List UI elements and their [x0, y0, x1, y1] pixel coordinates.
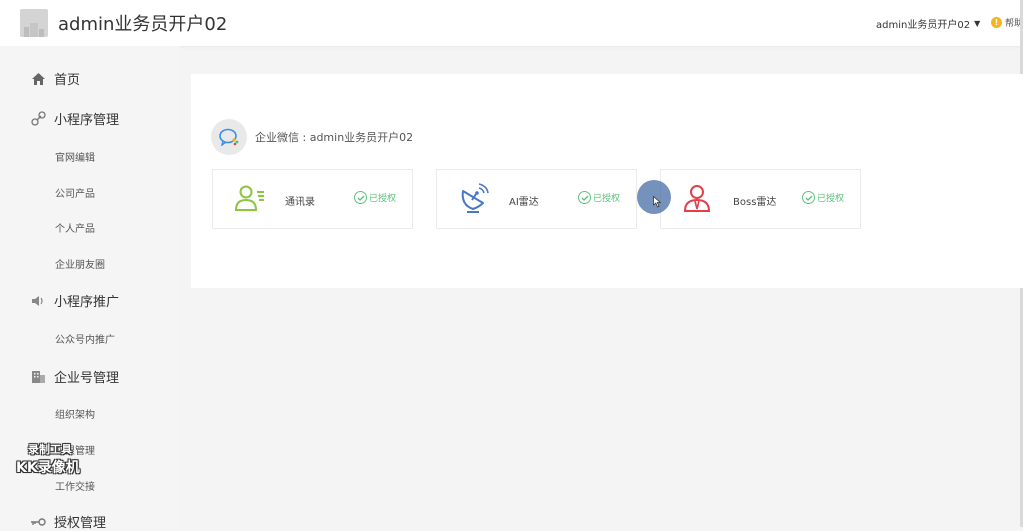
auth-status-badge: 已授权	[578, 191, 620, 204]
help-icon: !	[991, 17, 1002, 28]
check-circle-icon	[802, 191, 815, 204]
link-icon	[30, 111, 46, 127]
auth-status-text: 已授权	[593, 194, 621, 204]
sidebar-item-mini-program-promo[interactable]: 小程序推广	[30, 291, 119, 310]
card-ai-radar[interactable]: AI雷达 已授权	[436, 169, 637, 229]
card-name: 通讯录	[285, 197, 315, 208]
sidebar-item-label: 首页	[54, 73, 81, 88]
sidebar-subitem-official-account-promo[interactable]: 公众号内推广	[55, 331, 115, 346]
page-title: admin业务员开户02	[58, 14, 228, 35]
sidebar-item-label: 授权管理	[54, 516, 107, 531]
user-menu[interactable]: admin业务员开户02 ▼	[876, 16, 980, 31]
sidebar-subitem-website-edit[interactable]: 官网编辑	[55, 149, 95, 164]
top-header: admin业务员开户02 admin业务员开户02 ▼ ! 帮助	[0, 0, 1023, 46]
sidebar-subitem-company-products[interactable]: 公司产品	[55, 185, 95, 200]
watermark-line2: KK录像机	[16, 460, 80, 476]
recorder-watermark: 录制工具 KK录像机	[16, 441, 96, 477]
building-icon	[30, 369, 46, 385]
sidebar-item-enterprise-mgmt[interactable]: 企业号管理	[30, 367, 119, 386]
logo-icon[interactable]	[20, 9, 48, 37]
radar-icon	[457, 183, 489, 215]
auth-status-text: 已授权	[817, 194, 845, 204]
sidebar-item-mini-program-mgmt[interactable]: 小程序管理	[30, 109, 119, 128]
home-icon	[30, 71, 46, 87]
check-circle-icon	[354, 191, 367, 204]
wechat-work-icon	[211, 119, 247, 155]
sidebar-subitem-work-handover[interactable]: 工作交接	[55, 478, 95, 493]
sidebar-item-label: 企业号管理	[54, 371, 120, 386]
sidebar-item-auth-mgmt[interactable]: 授权管理	[30, 512, 106, 531]
contacts-icon	[233, 183, 265, 215]
help-link[interactable]: ! 帮助	[991, 16, 1023, 29]
card-contacts[interactable]: 通讯录 已授权	[212, 169, 413, 229]
card-name: AI雷达	[509, 197, 539, 208]
sidebar-item-label: 小程序管理	[54, 113, 120, 128]
user-name: admin业务员开户02	[876, 20, 971, 31]
watermark-line1: 录制工具	[28, 443, 72, 456]
boss-icon	[681, 183, 713, 215]
sidebar-subitem-personal-products[interactable]: 个人产品	[55, 220, 95, 235]
speaker-icon	[30, 293, 46, 309]
enterprise-wechat-label: 企业微信 : admin业务员开户02	[255, 131, 414, 144]
sidebar-item-label: 小程序推广	[54, 295, 120, 310]
sidebar-subitem-enterprise-moments[interactable]: 企业朋友圈	[55, 256, 105, 271]
enterprise-wechat-row: 企业微信 : admin业务员开户02	[211, 119, 413, 155]
key-icon	[30, 514, 46, 530]
auth-status-badge: 已授权	[802, 191, 844, 204]
card-name: Boss雷达	[733, 197, 777, 208]
sidebar-item-home[interactable]: 首页	[30, 69, 80, 88]
auth-status-badge: 已授权	[354, 191, 396, 204]
caret-down-icon: ▼	[974, 19, 981, 28]
sidebar-subitem-org-structure[interactable]: 组织架构	[55, 406, 95, 421]
card-boss-radar[interactable]: Boss雷达 已授权	[660, 169, 861, 229]
check-circle-icon	[578, 191, 591, 204]
mouse-pointer-icon	[653, 196, 661, 208]
auth-status-text: 已授权	[369, 194, 397, 204]
